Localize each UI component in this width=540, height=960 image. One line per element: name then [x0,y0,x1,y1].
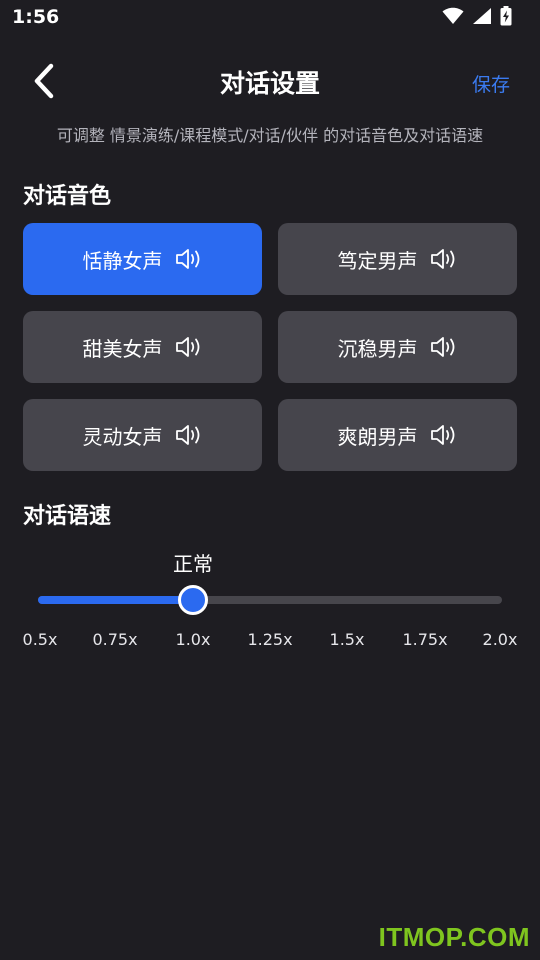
voice-options: 恬静女声 笃定男声 甜美女声 沉稳男声 灵动女声 爽朗男声 [23,223,517,471]
voice-option-chenwen-male[interactable]: 沉稳男声 [278,311,517,383]
voice-option-label: 恬静女声 [82,248,163,273]
watermark-logo: ITMOP.COM [378,922,530,952]
voice-option-label: 笃定男声 [337,248,418,273]
voice-option-label: 甜美女声 [82,336,163,361]
status-time: 1:56 [12,6,60,28]
speed-tick-label[interactable]: 1.75x [402,630,447,649]
voice-section-title: 对话音色 [23,184,112,209]
status-icons [442,6,512,26]
speed-tick-label[interactable]: 1.5x [330,630,365,649]
voice-option-tianjing-female[interactable]: 恬静女声 [23,223,262,295]
speaker-icon [430,425,454,445]
voice-option-label: 爽朗男声 [337,424,418,449]
signal-icon [473,8,491,24]
voice-option-shuanglang-male[interactable]: 爽朗男声 [278,399,517,471]
speed-tick-label[interactable]: 1.25x [247,630,292,649]
speed-tick-label[interactable]: 0.75x [92,630,137,649]
speaker-icon [430,249,454,269]
page-title: 对话设置 [219,69,320,98]
speed-slider[interactable] [38,584,502,616]
slider-fill [38,596,194,604]
speed-current-label: 正常 [173,552,213,576]
speed-section-title: 对话语速 [23,504,112,529]
speed-tick-label[interactable]: 1.0x [176,630,211,649]
save-button[interactable]: 保存 [472,70,510,97]
speaker-icon [430,337,454,357]
slider-thumb[interactable] [178,585,209,615]
settings-description: 可调整 情景演练/课程模式/对话/伙伴 的对话音色及对话语速 [56,126,484,145]
voice-option-label: 沉稳男声 [337,336,418,361]
voice-option-duding-male[interactable]: 笃定男声 [278,223,517,295]
voice-option-lingdong-female[interactable]: 灵动女声 [23,399,262,471]
speed-tick-labels: 0.5x 0.75x 1.0x 1.25x 1.5x 1.75x 2.0x [0,630,540,654]
speaker-icon [175,425,199,445]
speed-tick-label[interactable]: 0.5x [23,630,58,649]
speaker-icon [175,337,199,357]
header: 对话设置 保存 [0,50,540,114]
status-bar: 1:56 [0,0,540,36]
speaker-icon [175,249,199,269]
wifi-icon [442,7,464,24]
voice-option-label: 灵动女声 [82,424,163,449]
voice-option-tianmei-female[interactable]: 甜美女声 [23,311,262,383]
battery-charging-icon [500,6,512,26]
speed-tick-label[interactable]: 2.0x [483,630,518,649]
